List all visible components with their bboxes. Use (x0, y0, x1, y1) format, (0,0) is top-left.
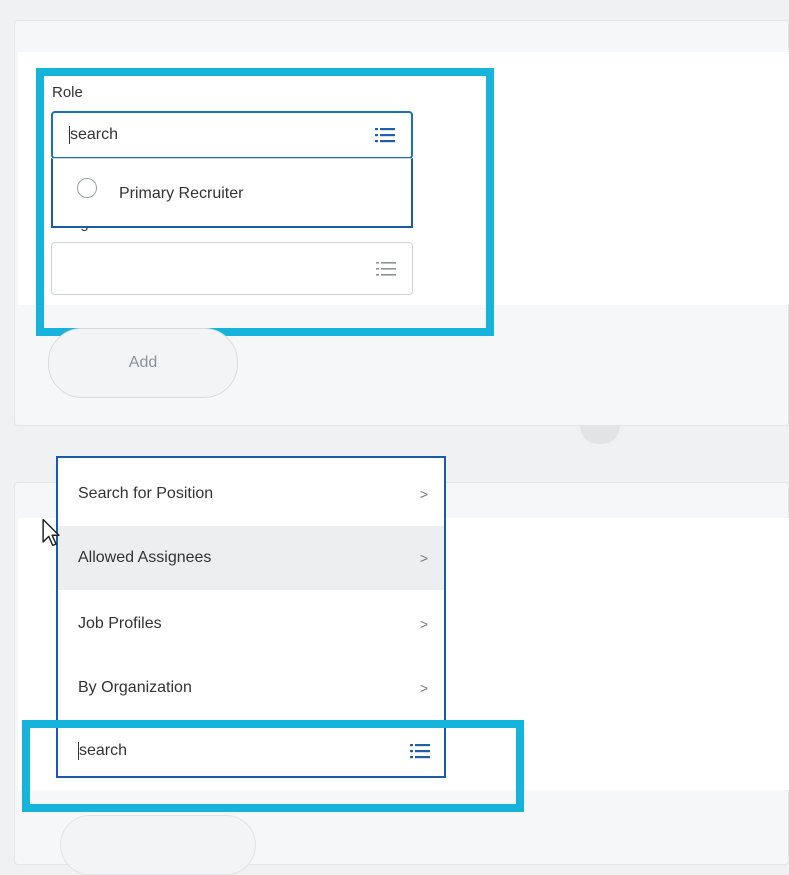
highlight-box-bottom (22, 720, 524, 812)
menu-item-job-profiles[interactable]: Job Profiles > (58, 592, 444, 656)
menu-item-by-organization[interactable]: By Organization > (58, 656, 444, 720)
chevron-right-icon: > (419, 486, 428, 502)
section-divider-tab (580, 426, 620, 444)
chevron-right-icon: > (419, 616, 428, 632)
chevron-right-icon: > (419, 680, 428, 696)
mouse-cursor-icon (42, 518, 60, 547)
chevron-right-icon: > (419, 550, 428, 566)
menu-item-allowed-assignees[interactable]: Allowed Assignees > (58, 526, 444, 590)
menu-item-search-for-position[interactable]: Search for Position > (58, 462, 444, 526)
highlight-box-top (36, 68, 494, 336)
add-button-label: Add (128, 354, 158, 371)
menu-item-label: Search for Position (78, 485, 214, 502)
menu-item-label: By Organization (78, 679, 192, 696)
menu-item-label: Job Profiles (78, 615, 162, 632)
bottom-button-shadow (60, 815, 256, 875)
menu-item-label: Allowed Assignees (78, 549, 212, 566)
add-button[interactable]: Add (48, 328, 238, 398)
